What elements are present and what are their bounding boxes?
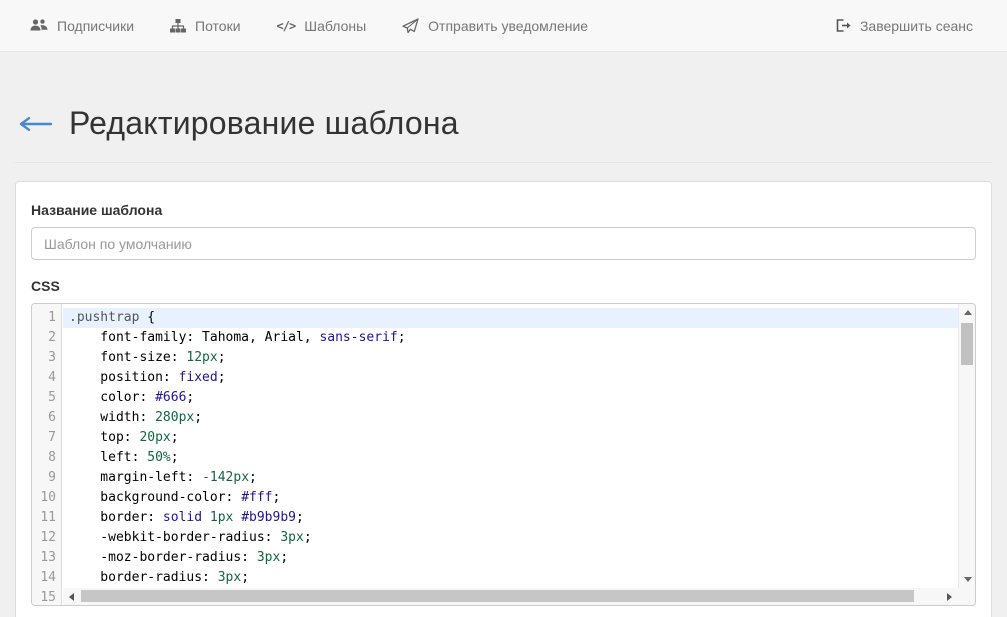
nav-item-label: Завершить сеанс: [860, 18, 973, 34]
editor-vertical-scrollbar[interactable]: [958, 304, 975, 588]
nav-item-label: Потоки: [195, 18, 241, 34]
editor-gutter: 123456789101112131415: [32, 304, 62, 605]
line-number: 8: [32, 448, 61, 468]
nav-item-label: Отправить уведомление: [428, 18, 588, 34]
line-number: 11: [32, 508, 61, 528]
line-number: 9: [32, 468, 61, 488]
nav-item-templates[interactable]: </> Шаблоны: [261, 0, 387, 52]
page-title: Редактирование шаблона: [69, 105, 459, 142]
vertical-scroll-thumb[interactable]: [961, 323, 973, 365]
line-number: 10: [32, 488, 61, 508]
code-line: .pushtrap {: [63, 308, 958, 328]
top-navbar: Подписчики Потоки </> Шаблоны: [0, 0, 1007, 52]
line-number: 3: [32, 348, 61, 368]
line-number: 14: [32, 568, 61, 588]
css-code-editor: 123456789101112131415 .pushtrap { font-f…: [31, 303, 976, 606]
code-line: background-color: #fff;: [63, 488, 958, 508]
code-line: margin-left: -142px;: [63, 468, 958, 488]
scroll-right-button[interactable]: [941, 588, 958, 605]
nav-item-subscribers[interactable]: Подписчики: [14, 0, 154, 52]
sign-out-icon: [835, 18, 851, 33]
template-edit-card: Название шаблона CSS 1234567891011121314…: [15, 181, 992, 617]
code-line: -webkit-border-radius: 3px;: [63, 528, 958, 548]
back-arrow-icon: [17, 113, 53, 135]
code-line: width: 280px;: [63, 408, 958, 428]
line-number: 12: [32, 528, 61, 548]
code-line: font-family: Tahoma, Arial, sans-serif;: [63, 328, 958, 348]
line-number: 6: [32, 408, 61, 428]
template-name-input[interactable]: [31, 227, 976, 260]
arrow-left-icon: [69, 593, 74, 601]
line-number: 1: [32, 308, 61, 328]
template-name-label: Название шаблона: [31, 202, 976, 218]
code-line: border: solid 1px #b9b9b9;: [63, 508, 958, 528]
arrow-right-icon: [947, 593, 952, 601]
arrow-up-icon: [964, 310, 972, 315]
code-line: left: 50%;: [63, 448, 958, 468]
arrow-down-icon: [964, 577, 972, 582]
send-icon: [402, 18, 419, 34]
nav-item-send-notification[interactable]: Отправить уведомление: [386, 0, 608, 52]
page-container: Редактирование шаблона Название шаблона …: [15, 52, 992, 617]
code-icon: </>: [277, 19, 296, 33]
nav-item-logout[interactable]: Завершить сеанс: [819, 0, 993, 52]
code-line: position: fixed;: [63, 368, 958, 388]
code-line: border-radius: 3px;: [63, 568, 958, 588]
code-line: -moz-border-radius: 3px;: [63, 548, 958, 568]
line-number: 15: [32, 588, 61, 606]
scroll-up-button[interactable]: [959, 304, 976, 321]
code-line: color: #666;: [63, 388, 958, 408]
nav-item-label: Шаблоны: [304, 18, 366, 34]
css-label: CSS: [31, 278, 976, 294]
line-number: 2: [32, 328, 61, 348]
nav-item-label: Подписчики: [57, 18, 134, 34]
back-button[interactable]: [17, 113, 53, 135]
users-icon: [30, 18, 48, 33]
code-line: font-size: 12px;: [63, 348, 958, 368]
code-line: top: 20px;: [63, 428, 958, 448]
scrollbar-corner: [958, 588, 975, 605]
sitemap-icon: [170, 19, 186, 33]
editor-code[interactable]: .pushtrap { font-family: Tahoma, Arial, …: [63, 304, 958, 605]
nav-item-streams[interactable]: Потоки: [154, 0, 261, 52]
editor-horizontal-scrollbar[interactable]: [63, 588, 958, 605]
line-number: 4: [32, 368, 61, 388]
horizontal-scroll-thumb[interactable]: [81, 590, 914, 602]
scroll-down-button[interactable]: [959, 571, 976, 588]
line-number: 5: [32, 388, 61, 408]
line-number: 13: [32, 548, 61, 568]
line-number: 7: [32, 428, 61, 448]
navbar-menu: Подписчики Потоки </> Шаблоны: [14, 0, 608, 52]
page-header: Редактирование шаблона: [15, 52, 992, 163]
scroll-left-button[interactable]: [63, 588, 80, 605]
